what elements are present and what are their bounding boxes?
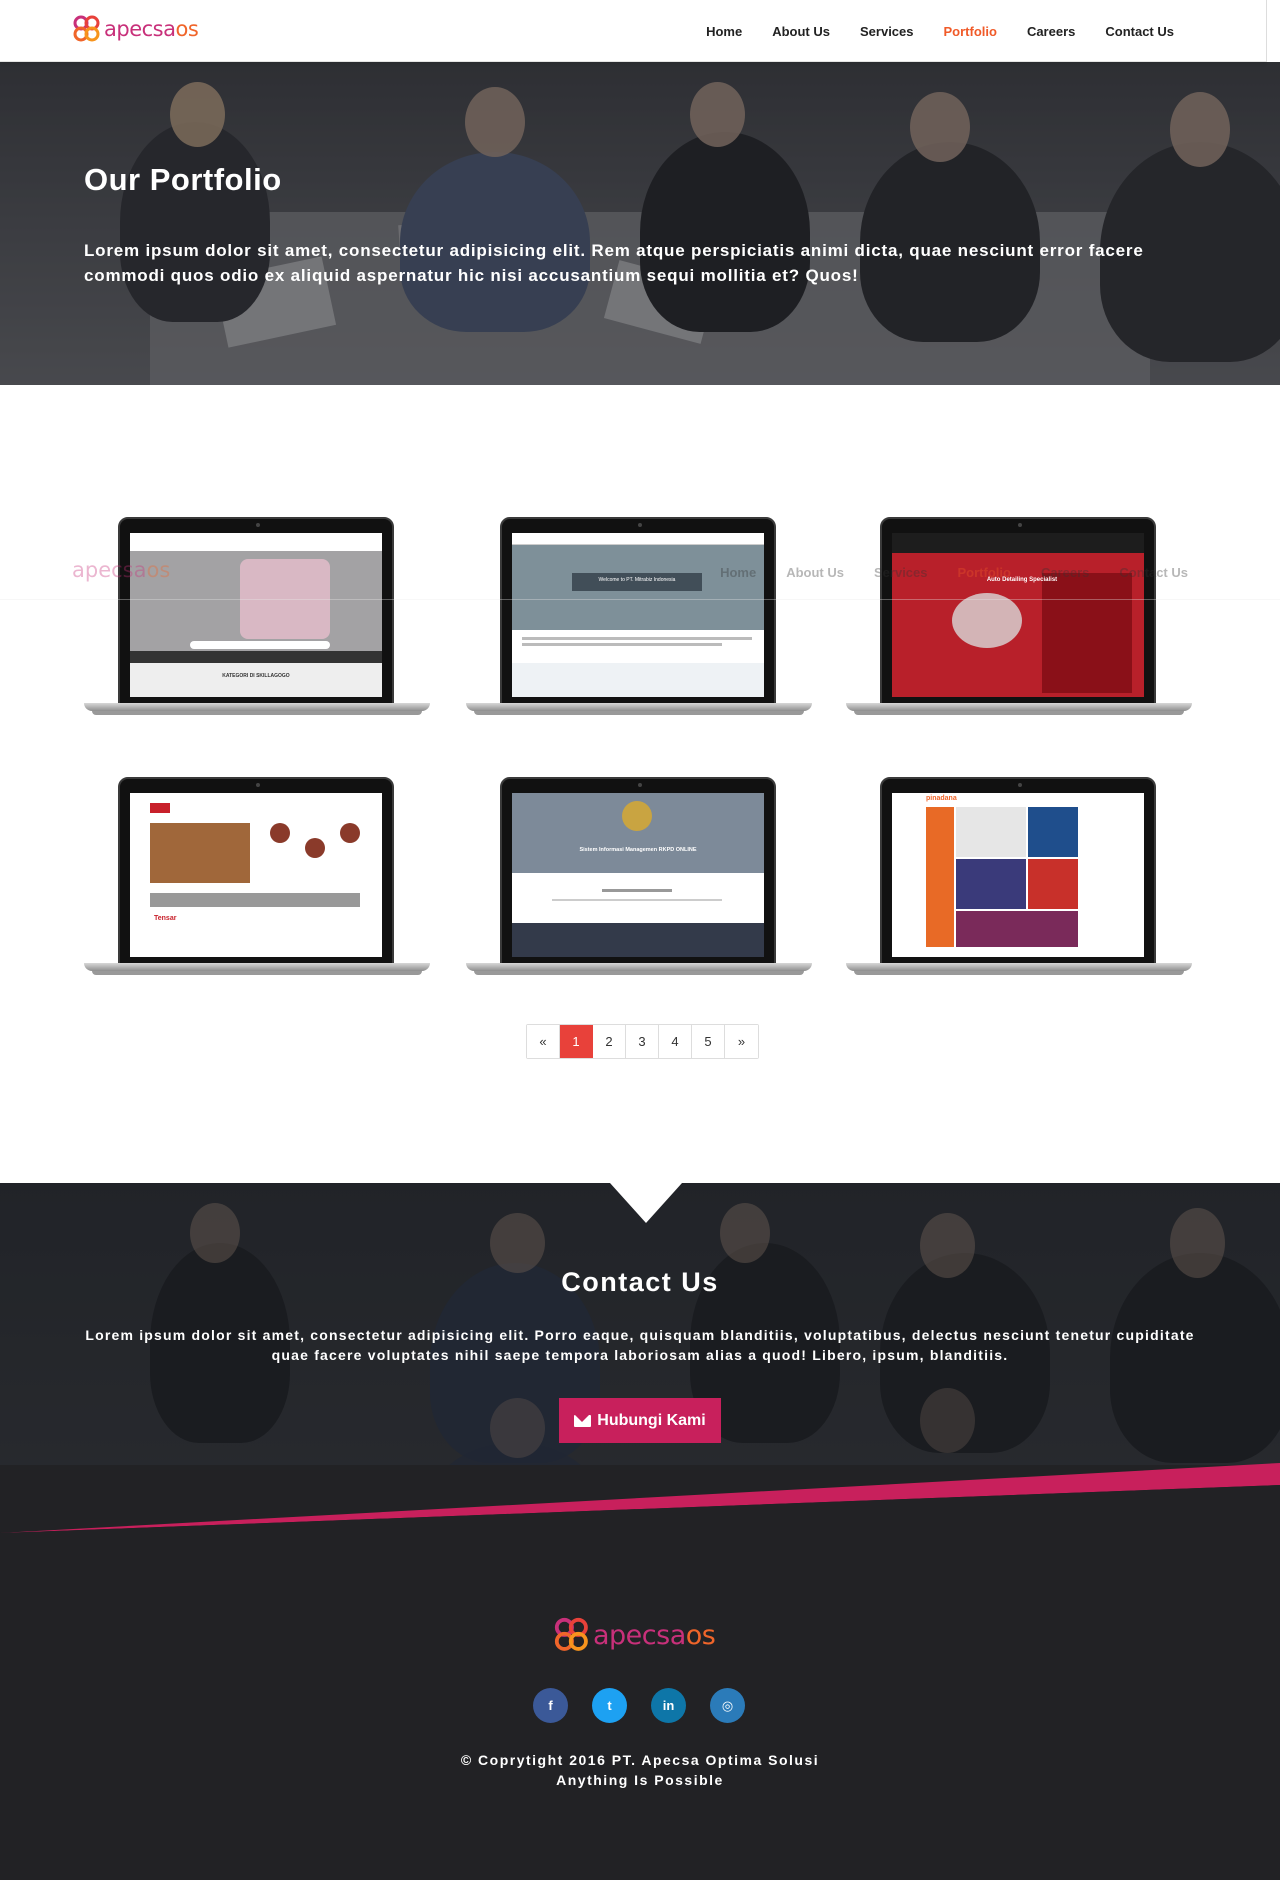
- sticky-nav-ghost: apecsaos Home About Us Services Portfoli…: [0, 548, 1280, 600]
- pagination-page-3[interactable]: 3: [626, 1025, 659, 1058]
- brand-logo[interactable]: apecsaos: [72, 13, 199, 45]
- envelope-icon: [574, 1414, 592, 1427]
- portfolio-thumbnail: pinadana: [892, 793, 1144, 957]
- hero-title: Our Portfolio: [84, 162, 282, 197]
- section-divider-slant: [0, 1463, 1280, 1533]
- hero-description: Lorem ipsum dolor sit amet, consectetur …: [84, 241, 1144, 285]
- nav-careers[interactable]: Careers: [1027, 24, 1075, 39]
- nav-services[interactable]: Services: [860, 24, 914, 39]
- twitter-icon[interactable]: t: [592, 1688, 627, 1723]
- nav-home[interactable]: Home: [706, 24, 742, 39]
- pagination-next[interactable]: »: [725, 1025, 758, 1058]
- tagline: Anything Is Possible: [556, 1772, 724, 1788]
- contact-title: Contact Us: [561, 1267, 719, 1297]
- nav-portfolio[interactable]: Portfolio: [944, 24, 997, 39]
- apecsaos-logo-icon: [73, 15, 100, 42]
- copyright: © Coprytight 2016 PT. Apecsa Optima Solu…: [0, 1750, 1280, 1790]
- pagination-page-4[interactable]: 4: [659, 1025, 692, 1058]
- pagination-page-2[interactable]: 2: [593, 1025, 626, 1058]
- pagination-prev[interactable]: «: [527, 1025, 560, 1058]
- scrollbar-edge: [1266, 0, 1280, 62]
- screen-caption: pinadana: [926, 795, 957, 802]
- screen-caption: Tensar: [154, 915, 177, 922]
- navbar: apecsaos Home About Us Services Portfoli…: [0, 0, 1266, 62]
- nav-contact-us[interactable]: Contact Us: [1105, 24, 1174, 39]
- contact-description: Lorem ipsum dolor sit amet, consectetur …: [85, 1327, 1195, 1363]
- portfolio-section: KATEGORI DI SKILLAGOGO Welcome to PT. Mi…: [0, 385, 1280, 1183]
- brand-name-part1: apecsa: [104, 17, 176, 41]
- instagram-icon[interactable]: ◎: [710, 1688, 745, 1723]
- main-nav: Home About Us Services Portfolio Careers…: [706, 0, 1174, 62]
- social-links: f t in ◎: [533, 1688, 745, 1723]
- screen-caption: Sistem Informasi Managemen RKPD ONLINE: [579, 847, 697, 853]
- facebook-icon[interactable]: f: [533, 1688, 568, 1723]
- pagination-page-1[interactable]: 1: [560, 1025, 593, 1058]
- pagination: « 1 2 3 4 5 »: [526, 1024, 759, 1059]
- portfolio-item[interactable]: Sistem Informasi Managemen RKPD ONLINE: [466, 777, 812, 979]
- portfolio-item[interactable]: Tensar: [84, 777, 430, 979]
- apecsaos-logo-icon: [554, 1617, 588, 1651]
- screen-caption: KATEGORI DI SKILLAGOGO: [222, 673, 290, 679]
- pagination-page-5[interactable]: 5: [692, 1025, 725, 1058]
- footer-logo: apecsaos: [553, 1616, 716, 1654]
- section-arrow-notch: [610, 1183, 682, 1223]
- portfolio-item[interactable]: pinadana: [846, 777, 1192, 979]
- contact-button-label: Hubungi Kami: [597, 1411, 706, 1429]
- nav-about-us[interactable]: About Us: [772, 24, 830, 39]
- hero-banner: Our Portfolio Lorem ipsum dolor sit amet…: [0, 62, 1280, 385]
- portfolio-thumbnail: Sistem Informasi Managemen RKPD ONLINE: [512, 793, 764, 957]
- contact-button[interactable]: Hubungi Kami: [559, 1398, 721, 1443]
- portfolio-thumbnail: Tensar: [130, 793, 382, 957]
- linkedin-icon[interactable]: in: [651, 1688, 686, 1723]
- copyright-line: © Coprytight 2016 PT. Apecsa Optima Solu…: [460, 1752, 820, 1768]
- brand-name-part2: os: [175, 17, 199, 41]
